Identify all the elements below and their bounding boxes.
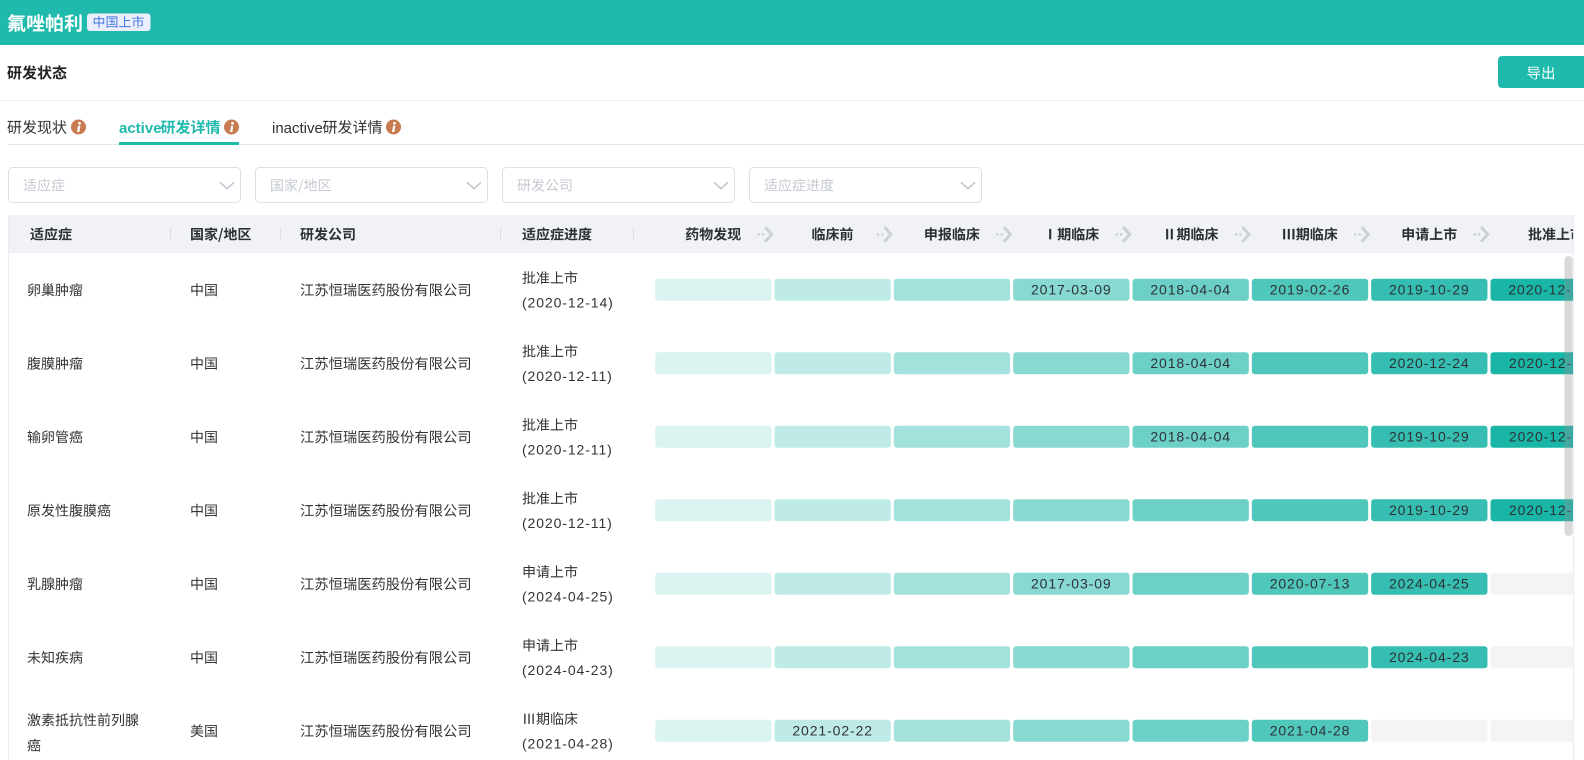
- svg-text:2020-12-11: 2020-12-11: [1509, 429, 1584, 445]
- svg-text:2017-03-09: 2017-03-09: [1031, 576, 1112, 592]
- svg-text:2017-03-09: 2017-03-09: [1031, 282, 1112, 298]
- svg-text:2024-04-23: 2024-04-23: [1389, 649, 1470, 665]
- svg-text:(2020-12-11): (2020-12-11): [522, 515, 613, 531]
- svg-text:(2020-12-11): (2020-12-11): [522, 442, 613, 458]
- svg-text:(2024-04-25): (2024-04-25): [522, 589, 614, 605]
- svg-text:(2020-12-14): (2020-12-14): [522, 295, 614, 311]
- svg-text:(2020-12-11): (2020-12-11): [522, 368, 613, 384]
- svg-text:2019-10-29: 2019-10-29: [1389, 429, 1470, 445]
- svg-text:2019-02-26: 2019-02-26: [1270, 282, 1351, 298]
- svg-text:2021-04-28: 2021-04-28: [1270, 723, 1351, 739]
- svg-text:2020-12-11: 2020-12-11: [1509, 355, 1584, 371]
- svg-text:2020-12-11: 2020-12-11: [1509, 502, 1584, 518]
- svg-text:active: active: [119, 120, 162, 137]
- svg-text:2020-12-14: 2020-12-14: [1508, 282, 1584, 298]
- svg-text:2018-04-04: 2018-04-04: [1150, 282, 1231, 298]
- svg-text:(2021-04-28): (2021-04-28): [522, 736, 614, 752]
- svg-text:(2024-04-23): (2024-04-23): [522, 662, 614, 678]
- svg-text:2021-02-22: 2021-02-22: [792, 723, 873, 739]
- svg-text:2020-12-24: 2020-12-24: [1389, 355, 1470, 371]
- svg-text:2018-04-04: 2018-04-04: [1150, 429, 1231, 445]
- svg-text:2019-10-29: 2019-10-29: [1389, 282, 1470, 298]
- svg-text:2024-04-25: 2024-04-25: [1389, 576, 1470, 592]
- svg-text:2019-10-29: 2019-10-29: [1389, 502, 1470, 518]
- svg-text:2018-04-04: 2018-04-04: [1150, 355, 1231, 371]
- svg-text:2020-07-13: 2020-07-13: [1270, 576, 1351, 592]
- svg-text:inactive: inactive: [272, 120, 323, 137]
